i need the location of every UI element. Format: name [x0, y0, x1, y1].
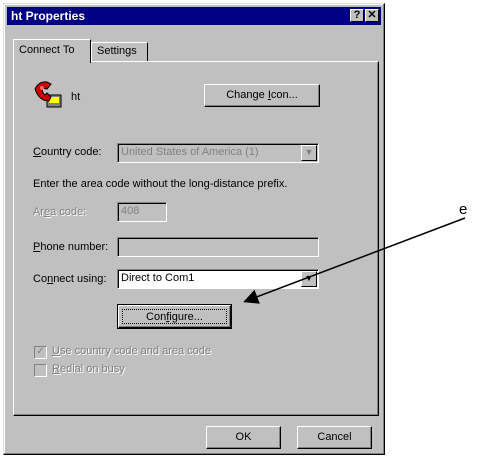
annotation-arrow	[243, 217, 466, 304]
